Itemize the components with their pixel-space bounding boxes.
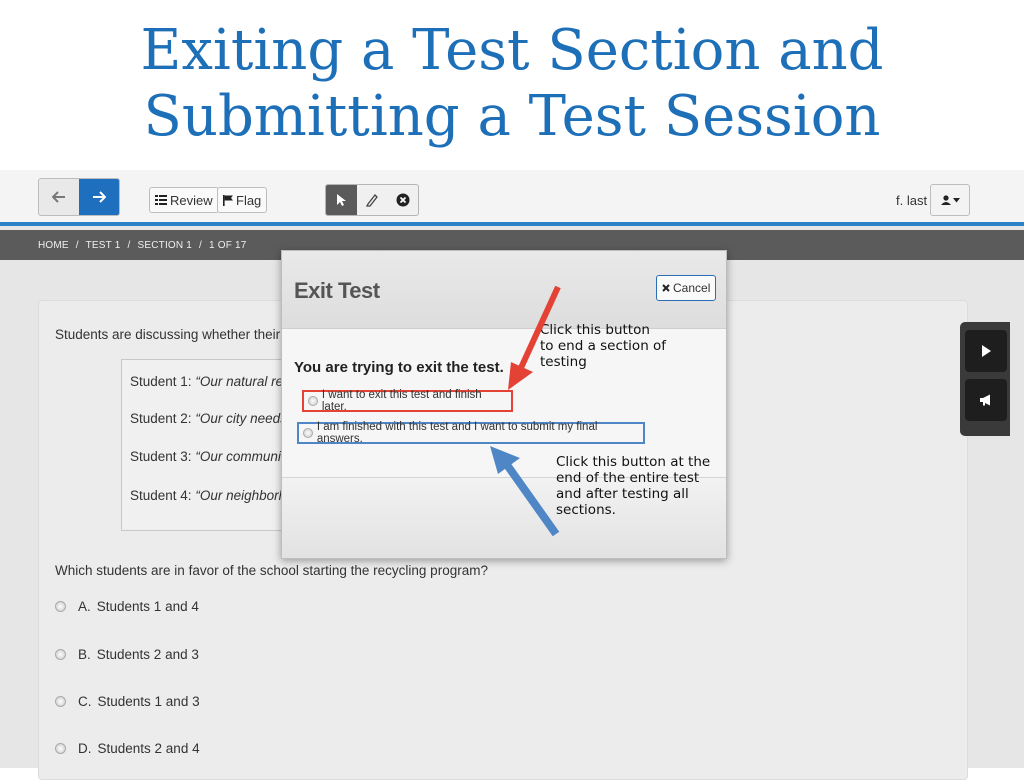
back-button[interactable] <box>39 179 79 215</box>
next-button[interactable] <box>79 179 119 215</box>
breadcrumb-separator: / <box>127 240 131 251</box>
quote-student-2: Student 2: “Our city needs to <box>130 411 302 426</box>
quote-student-4: Student 4: “Our neighborho <box>130 488 294 503</box>
callout-line: to end a section of <box>540 338 667 354</box>
callout-line: end of the entire test <box>556 470 700 486</box>
quote-text: “Our community <box>195 449 292 464</box>
breadcrumb-separator: / <box>75 240 79 251</box>
radio-button[interactable] <box>303 428 313 438</box>
slide-title-line-2: Submitting a Test Session <box>143 84 881 149</box>
breadcrumb-separator: / <box>199 240 203 251</box>
answer-text: Students 1 and 4 <box>96 599 199 614</box>
toolbar: Review Flag f. last <box>0 170 1024 226</box>
radio-button[interactable] <box>55 601 66 612</box>
megaphone-icon <box>980 394 990 406</box>
quote-label: Student 2: <box>130 411 192 426</box>
pointer-icon <box>337 194 347 206</box>
slide-title: Exiting a Test Section and Submitting a … <box>0 18 1024 150</box>
cancel-label: Cancel <box>673 281 711 295</box>
quote-label: Student 4: <box>130 488 192 503</box>
question-prompt: Which students are in favor of the schoo… <box>55 563 488 578</box>
answer-letter: C. <box>78 694 92 709</box>
callout-line: Click this button at the <box>556 454 711 470</box>
arrow-right-icon <box>93 191 106 203</box>
arrow-left-icon <box>52 191 65 203</box>
review-button[interactable]: Review <box>149 187 219 213</box>
quote-label: Student 3: <box>130 449 192 464</box>
answer-option-c[interactable]: C. Students 1 and 3 <box>55 694 200 709</box>
breadcrumb-position: 1 OF 17 <box>209 240 247 251</box>
announce-button[interactable] <box>965 379 1007 421</box>
quote-text: “Our neighborho <box>195 488 294 503</box>
submit-final-answers-option[interactable]: I am finished with this test and I want … <box>297 421 645 445</box>
navigation-group <box>38 178 120 216</box>
highlighter-tool-button[interactable] <box>357 185 388 215</box>
radio-button[interactable] <box>55 743 66 754</box>
callout-line: testing <box>540 354 587 370</box>
option-label: I am finished with this test and I want … <box>316 421 598 445</box>
answer-text: Students 1 and 3 <box>97 694 200 709</box>
dialog-heading: You are trying to exit the test. <box>294 359 504 376</box>
close-icon <box>662 284 670 292</box>
user-menu-button[interactable] <box>930 184 970 216</box>
answer-option-a[interactable]: A. Students 1 and 4 <box>55 599 199 614</box>
breadcrumb-section[interactable]: SECTION 1 <box>137 240 192 251</box>
answer-text: Students 2 and 4 <box>97 741 200 756</box>
callout-line: Click this button <box>540 322 650 338</box>
radio-button[interactable] <box>55 696 66 707</box>
answer-text: Students 2 and 3 <box>96 647 199 662</box>
flag-button[interactable]: Flag <box>217 187 268 213</box>
flag-icon <box>223 194 233 206</box>
highlighter-icon <box>365 194 378 207</box>
quote-student-1: Student 1: “Our natural reso <box>130 374 297 389</box>
answer-letter: B. <box>78 647 91 662</box>
play-button[interactable] <box>965 330 1007 372</box>
play-icon <box>982 345 991 357</box>
pointer-tool-button[interactable] <box>326 185 357 215</box>
flag-label: Flag <box>236 192 262 208</box>
red-callout: Click this button to end a section of te… <box>540 322 666 370</box>
answer-option-b[interactable]: B. Students 2 and 3 <box>55 647 199 662</box>
breadcrumb-test[interactable]: TEST 1 <box>86 240 121 251</box>
slide-title-line-1: Exiting a Test Section and <box>140 18 884 83</box>
radio-button[interactable] <box>55 649 66 660</box>
breadcrumb-home[interactable]: HOME <box>38 240 69 251</box>
answer-letter: D. <box>78 741 92 756</box>
blue-callout: Click this button at the end of the enti… <box>556 454 710 518</box>
cancel-button[interactable]: Cancel <box>656 275 717 301</box>
callout-line: sections. <box>556 502 616 518</box>
close-tool-button[interactable] <box>387 185 418 215</box>
answer-option-d[interactable]: D. Students 2 and 4 <box>55 741 200 756</box>
list-icon <box>155 195 167 205</box>
callout-line: and after testing all <box>556 486 689 502</box>
option-label: I want to exit this test and finish late… <box>321 389 482 413</box>
dialog-header: Exit Test Cancel <box>282 251 726 329</box>
quote-label: Student 1: <box>130 374 192 389</box>
tool-group <box>325 184 419 216</box>
side-panel <box>960 322 1010 436</box>
review-label: Review <box>170 192 213 208</box>
caret-down-icon <box>952 197 960 202</box>
dialog-title: Exit Test <box>294 278 380 303</box>
answer-letter: A. <box>78 599 91 614</box>
exit-finish-later-option[interactable]: I want to exit this test and finish late… <box>302 389 513 413</box>
close-circle-icon <box>396 193 410 207</box>
quote-student-3: Student 3: “Our community <box>130 449 291 464</box>
user-name: f. last <box>896 193 928 208</box>
user-icon <box>940 195 951 205</box>
question-stem: Students are discussing whether their sc… <box>55 327 305 342</box>
radio-button[interactable] <box>308 396 318 406</box>
